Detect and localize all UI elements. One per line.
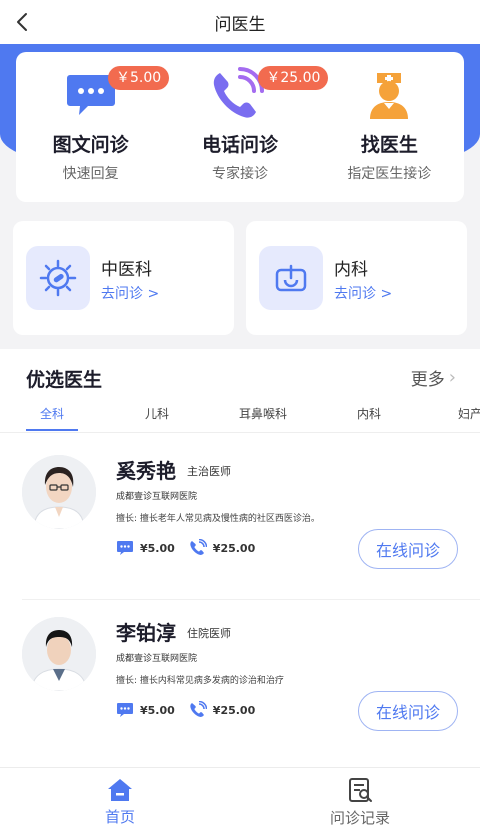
more-label: 更多 [410, 370, 445, 390]
online-consult-button[interactable]: 在线问诊 [358, 529, 458, 569]
online-consult-button[interactable]: 在线问诊 [358, 691, 458, 731]
home-icon [108, 778, 132, 801]
tab-internal[interactable]: 内科 [357, 405, 381, 422]
doctor-card[interactable]: 奚秀艳 主治医师 成都壹诊互联网医院 擅长: 擅长老年人常见病及慢性病的社区西医… [0, 455, 480, 605]
service-title: 电话问诊 [201, 134, 278, 156]
text-consult-price: ¥5.00 [140, 541, 175, 555]
department-card-tcm[interactable]: 中医科 去问诊 > [13, 221, 234, 335]
doctor-skill: 擅长: 擅长内科常见病多发病的诊治和治疗 [116, 676, 284, 686]
chevron-left-icon [17, 13, 27, 31]
phone-consult-price: ¥25.00 [212, 541, 256, 555]
nav-records[interactable]: 问诊记录 [240, 768, 480, 836]
service-text-consult[interactable]: ￥5.00 图文问诊 快速回复 [16, 52, 170, 202]
doctor-hospital: 成都壹诊互联网医院 [116, 492, 198, 502]
tab-obgyn[interactable]: 妇产 [458, 405, 480, 422]
records-icon [349, 777, 372, 802]
top-bar: 问医生 [0, 0, 480, 44]
service-title: 图文问诊 [52, 134, 129, 156]
chat-bubble-icon [116, 702, 134, 718]
service-subtitle: 快速回复 [62, 166, 119, 182]
doctor-title: 住院医师 [187, 627, 231, 640]
nav-label: 问诊记录 [329, 808, 390, 827]
price-badge: ￥5.00 [108, 66, 170, 90]
text-consult-price: ¥5.00 [140, 703, 175, 717]
doctor-hospital: 成都壹诊互联网医院 [116, 654, 198, 664]
department-link[interactable]: 去问诊 > [334, 283, 392, 303]
department-name: 中医科 [101, 260, 152, 280]
nurse-icon [359, 70, 419, 120]
chat-bubble-icon [116, 540, 134, 556]
active-tab-indicator [26, 429, 78, 431]
service-subtitle: 专家接诊 [211, 166, 268, 182]
nav-label: 首页 [104, 807, 135, 826]
department-name: 内科 [334, 260, 368, 280]
doctor-skill: 擅长: 擅长老年人常见病及慢性病的社区西医诊治。 [116, 514, 320, 524]
phone-icon [189, 539, 207, 557]
virus-icon [26, 246, 90, 310]
internal-medicine-icon [259, 246, 323, 310]
chevron-right-icon: › [448, 367, 456, 388]
phone-icon [189, 701, 207, 719]
back-button[interactable] [8, 8, 36, 36]
service-subtitle: 指定医生接诊 [347, 166, 432, 182]
doctor-name: 奚秀艳 [116, 459, 176, 483]
avatar [22, 455, 96, 529]
doctor-title: 主治医师 [187, 465, 231, 478]
price-row: ¥5.00 ¥25.00 [116, 539, 269, 557]
page-title: 问医生 [214, 14, 266, 35]
nav-home[interactable]: 首页 [0, 768, 240, 836]
department-card-internal[interactable]: 内科 去问诊 > [246, 221, 467, 335]
service-title: 找医生 [360, 134, 418, 156]
doctor-name: 李铂淳 [116, 621, 176, 645]
divider [0, 432, 480, 433]
bottom-nav: 首页 问诊记录 [0, 767, 480, 836]
tab-general[interactable]: 全科 [40, 405, 64, 422]
tab-pediatrics[interactable]: 儿科 [145, 405, 169, 422]
price-row: ¥5.00 ¥25.00 [116, 701, 269, 719]
section-title: 优选医生 [26, 369, 103, 391]
more-link[interactable]: 更多 › [411, 365, 456, 390]
divider [22, 599, 480, 600]
service-card: ￥5.00 图文问诊 快速回复 ￥25.00 电话问诊 专家接诊 找医生 指定医… [16, 52, 464, 202]
service-find-doctor[interactable]: 找医生 指定医生接诊 [315, 52, 464, 202]
department-link[interactable]: 去问诊 > [101, 283, 159, 303]
doctor-section: 优选医生 更多 › 全科 儿科 耳鼻喉科 内科 妇产 奚秀艳 主治医师 成都壹诊… [0, 349, 480, 767]
doctor-card[interactable]: 李铂淳 住院医师 成都壹诊互联网医院 擅长: 擅长内科常见病多发病的诊治和治疗 … [0, 617, 480, 767]
avatar [22, 617, 96, 691]
tab-ent[interactable]: 耳鼻喉科 [239, 405, 287, 422]
service-phone-consult[interactable]: ￥25.00 电话问诊 专家接诊 [165, 52, 329, 202]
phone-consult-price: ¥25.00 [212, 703, 256, 717]
